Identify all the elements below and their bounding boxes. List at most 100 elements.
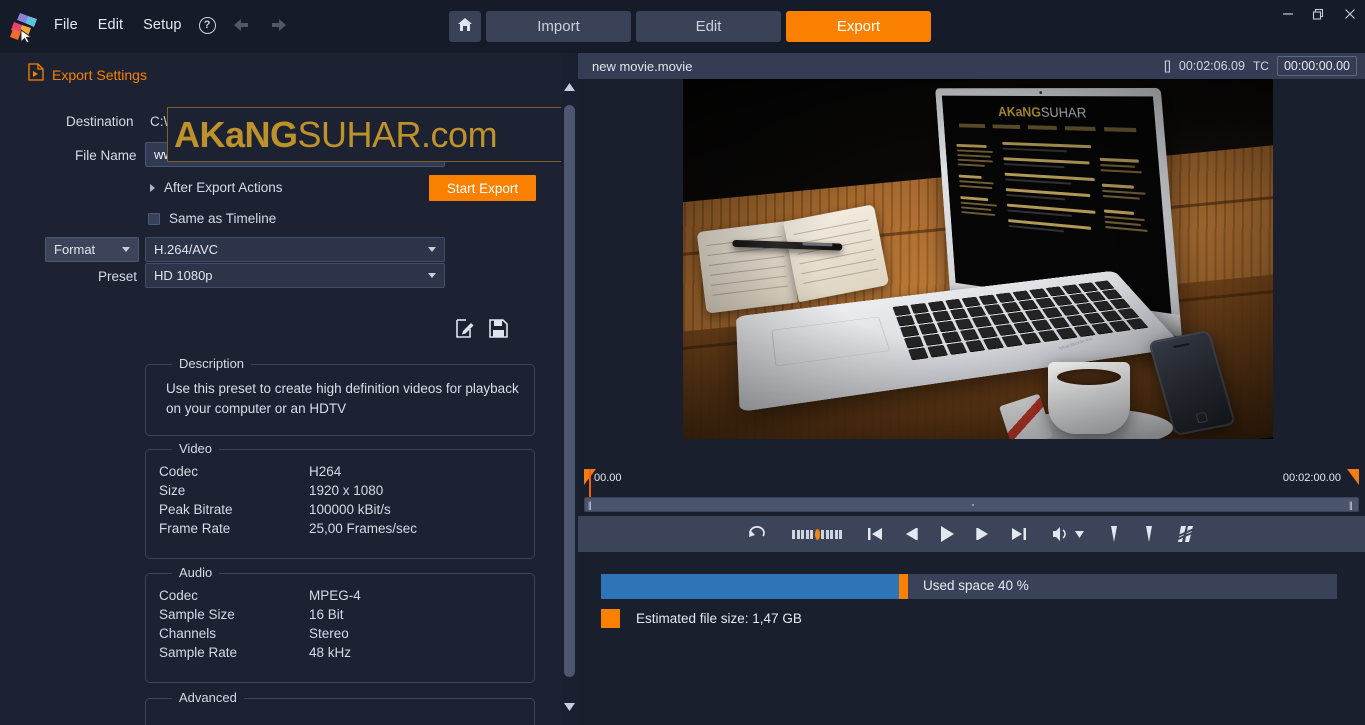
left-panel-scrollbar[interactable] [561,53,578,725]
row-key: Channels [159,626,217,641]
skip-to-end-icon[interactable] [1010,526,1027,542]
step-backward-icon[interactable] [902,526,919,542]
transport-controls [578,516,1365,552]
skip-to-start-icon[interactable] [867,526,884,542]
row-key: Sample Rate [159,645,238,660]
timecode-label: TC [1252,59,1269,73]
row-value: Stereo [309,626,349,641]
minimize-icon[interactable] [1272,0,1303,28]
loop-icon[interactable] [748,525,767,544]
timeline-scrubber[interactable]: || || [584,497,1359,512]
format-select[interactable]: H.264/AVC [145,237,445,262]
audio-group-title: Audio [172,565,220,580]
menu-edit[interactable]: Edit [88,14,133,36]
format-select-value: H.264/AVC [154,242,219,257]
redo-arrow-icon[interactable] [266,16,288,34]
used-space-marker [899,574,908,599]
mark-out-icon[interactable] [1143,525,1154,543]
row-value: H264 [309,464,342,479]
row-key: Frame Rate [159,521,231,536]
preview-header: new movie.movie [] 00:02:06.09 TC 00:00:… [578,53,1365,79]
video-preview-area[interactable]: AKaNGSUHAR [578,79,1365,469]
row-key: Size [159,483,186,498]
preset-label: Preset [98,269,138,284]
import-button[interactable]: Import [486,11,631,42]
timecode-field[interactable]: 00:00:00.00 [1276,56,1357,76]
edit-button[interactable]: Edit [636,11,781,42]
chevron-down-icon [122,247,130,252]
export-settings-title: Export Settings [52,66,147,83]
preview-title: new movie.movie [592,58,693,74]
menu-setup[interactable]: Setup [133,14,191,36]
watermark-bold: AKaNG [174,113,298,155]
advanced-group-title: Advanced [172,690,244,705]
destination-label: Destination [66,114,134,129]
row-key: Sample Size [159,607,235,622]
estimated-file-size: Estimated file size: 1,47 GB [601,609,802,628]
after-export-actions-toggle[interactable]: After Export Actions [150,180,283,195]
chevron-down-icon [428,273,436,278]
export-stats: Used space 40 % Estimated file size: 1,4… [578,556,1365,725]
row-key: Codec [159,588,199,603]
timeline-ruler[interactable]: 00.00 00:02:00.00 [578,469,1365,507]
split-clip-icon[interactable] [1177,525,1195,543]
estimate-color-swatch [601,609,620,628]
home-icon [457,17,473,37]
estimate-label: Estimated file size: 1,47 GB [636,611,802,626]
pencil-edit-icon[interactable] [456,319,475,343]
start-export-button[interactable]: Start Export [429,175,536,201]
application-window: File Edit Setup ? Import Edit Export Exp… [0,0,1365,725]
export-settings-header: Export Settings [28,63,147,86]
row-key: Peak Bitrate [159,502,233,517]
description-text: Use this preset to create high definitio… [166,381,519,416]
watermark-light: SUHAR.com [297,113,498,155]
watermark-overlay: AKaNGSUHAR.com [167,107,567,162]
description-group-title: Description [172,356,252,371]
step-forward-icon[interactable] [975,526,992,542]
volume-icon[interactable] [1052,526,1070,542]
video-group: Video Codec H264 Size 1920 x 1080 Peak B… [145,441,535,559]
format-button[interactable]: Format [45,237,139,262]
chevron-down-icon[interactable] [1075,530,1084,538]
main-nav: Import Edit Export [449,11,931,42]
row-value: 1920 x 1080 [309,483,384,498]
duration-value: 00:02:06.09 [1178,59,1245,73]
export-settings-panel: Export Settings Destination C:\Users\suh… [0,53,578,725]
description-group: Description Use this preset to create hi… [145,356,535,436]
same-as-timeline-checkbox[interactable]: Same as Timeline [148,211,276,226]
audio-group: Audio Codec MPEG-4 Sample Size 16 Bit Ch… [145,565,535,683]
scroll-up-arrow-icon[interactable] [561,78,578,95]
export-button[interactable]: Export [786,11,931,42]
preview-panel: new movie.movie [] 00:02:06.09 TC 00:00:… [578,53,1365,725]
file-name-label: File Name [75,148,137,163]
row-key: Codec [159,464,199,479]
row-value: 100000 kBit/s [309,502,391,517]
undo-arrow-icon[interactable] [232,16,254,34]
close-icon[interactable] [1334,0,1365,28]
floppy-save-icon[interactable] [489,319,508,343]
home-button[interactable] [449,11,481,42]
row-value: 16 Bit [309,607,344,622]
row-value: MPEG-4 [309,588,361,603]
scroll-down-arrow-icon[interactable] [561,698,578,715]
duration-marker: [] [1163,59,1171,73]
checkbox-box [148,212,160,225]
used-space-bar: Used space 40 % [601,574,1337,599]
help-icon[interactable]: ? [198,16,216,34]
mark-in-icon[interactable] [1109,525,1120,543]
menu-file[interactable]: File [44,14,88,36]
preset-select-value: HD 1080p [154,268,213,283]
scrubber-left-handle[interactable]: || [588,500,593,510]
title-bar: File Edit Setup ? Import Edit Export [0,0,1365,53]
menu-bar: File Edit Setup ? [44,14,288,36]
chevron-down-icon [428,247,436,252]
restore-icon[interactable] [1303,0,1334,28]
out-point-marker[interactable] [1347,469,1359,491]
row-value: 25,00 Frames/sec [309,521,418,536]
play-icon[interactable] [937,524,957,544]
scrubber-right-handle[interactable]: || [1349,500,1354,510]
shuttle-slider[interactable] [792,528,842,540]
ruler-start-label: 00.00 [594,472,622,484]
preset-select[interactable]: HD 1080p [145,263,445,288]
scroll-thumb[interactable] [564,105,575,677]
